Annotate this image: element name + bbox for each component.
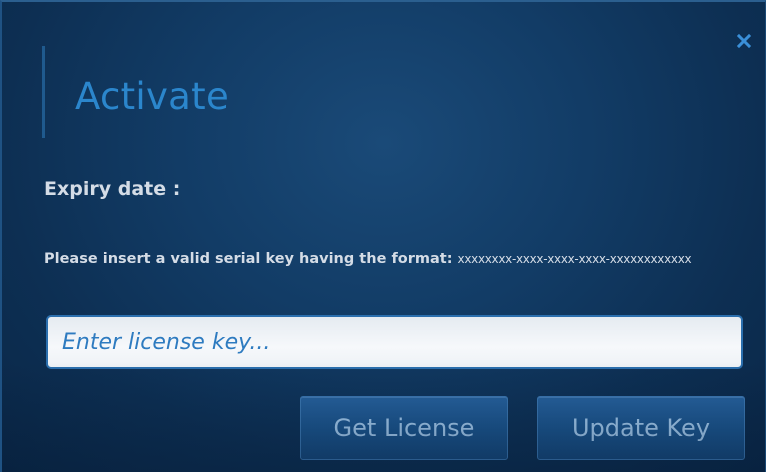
title-accent-bar bbox=[42, 46, 45, 138]
close-icon bbox=[737, 34, 751, 48]
license-key-input[interactable] bbox=[46, 315, 743, 369]
expiry-date-label: Expiry date : bbox=[44, 178, 181, 200]
get-license-button[interactable]: Get License bbox=[300, 396, 508, 460]
instructions-text: Please insert a valid serial key having … bbox=[44, 251, 458, 267]
update-key-button[interactable]: Update Key bbox=[537, 396, 745, 460]
expiry-date: Expiry date : bbox=[44, 178, 186, 200]
dialog-title: Activate bbox=[75, 75, 230, 118]
serial-key-format: xxxxxxxx-xxxx-xxxx-xxxx-xxxxxxxxxxxx bbox=[457, 252, 692, 266]
close-button[interactable] bbox=[733, 30, 755, 52]
activate-dialog: Activate Expiry date : Please insert a v… bbox=[0, 0, 766, 472]
serial-key-instructions: Please insert a valid serial key having … bbox=[44, 248, 734, 271]
